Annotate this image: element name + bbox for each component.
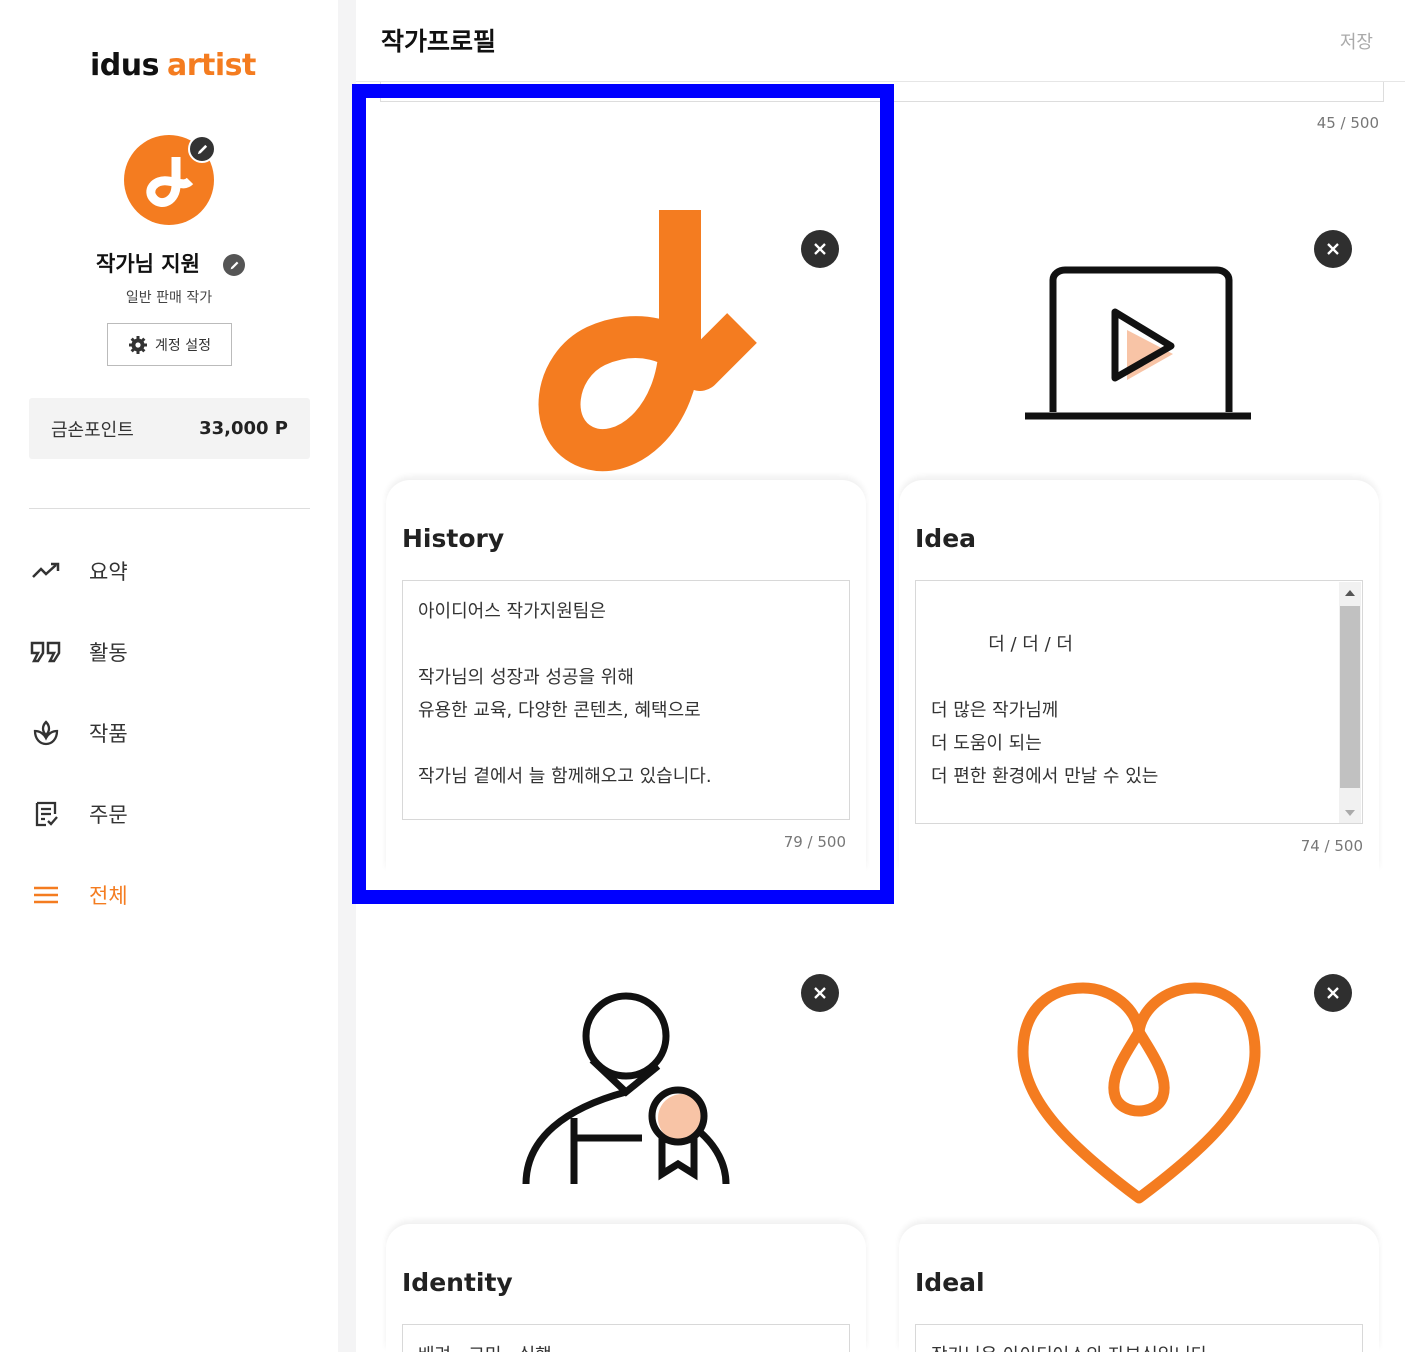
nav-label: 작품 bbox=[89, 722, 128, 746]
profile-name: 작가님 지원 bbox=[96, 252, 200, 276]
page-header: 작가프로필 저장 bbox=[356, 0, 1405, 82]
app-window: idus artist 작가님 지원 일반 판매 작가 계정 설정 금손포인트 … bbox=[0, 0, 1405, 1352]
profile-type: 일반 판매 작가 bbox=[125, 290, 213, 306]
scroll-up-icon bbox=[1345, 590, 1355, 596]
card-panel: Ideal 작가님은 아이디어스의 자부심입니다. bbox=[899, 1224, 1379, 1352]
person-medal-image bbox=[386, 856, 866, 1226]
pencil-icon bbox=[197, 144, 207, 154]
heart-image bbox=[899, 856, 1379, 1226]
card-panel: Identity 배려 · 고민 · 실행 bbox=[386, 1224, 866, 1352]
nav-item-all[interactable]: 전체 bbox=[29, 870, 310, 920]
profile-card-idea: Idea 더 / 더 / 더 더 많은 작가님께 더 도움이 되는 더 편한 환… bbox=[899, 112, 1379, 872]
card-title: Identity bbox=[402, 1268, 513, 1297]
nav-label: 요약 bbox=[89, 560, 128, 584]
scroll-thumb[interactable] bbox=[1340, 606, 1360, 788]
card-char-counter: 74 / 500 bbox=[1300, 837, 1363, 855]
quote-icon bbox=[29, 635, 63, 669]
textarea-scrollbar[interactable] bbox=[1339, 582, 1361, 823]
sidebar-gutter bbox=[338, 0, 356, 1352]
remove-card-button[interactable] bbox=[801, 230, 839, 268]
page-title: 작가프로필 bbox=[381, 27, 497, 56]
card-panel: History 아이디어스 작가지원팀은 작가님의 성장과 성공을 위해 유용한… bbox=[386, 480, 866, 872]
menu-icon bbox=[29, 878, 63, 912]
pencil-icon bbox=[230, 261, 238, 269]
logo-artist: artist bbox=[166, 48, 256, 83]
card-textarea[interactable]: 작가님은 아이디어스의 자부심입니다. bbox=[915, 1324, 1363, 1352]
card-title: Idea bbox=[915, 524, 977, 553]
card-title: Ideal bbox=[915, 1268, 985, 1297]
scroll-down-icon bbox=[1345, 810, 1355, 816]
close-icon bbox=[814, 987, 826, 999]
name-edit-button[interactable] bbox=[223, 254, 245, 276]
points-label: 금손포인트 bbox=[51, 419, 134, 441]
points-value: 33,000 P bbox=[199, 418, 288, 439]
close-icon bbox=[1327, 987, 1339, 999]
profile-card-history: History 아이디어스 작가지원팀은 작가님의 성장과 성공을 위해 유용한… bbox=[386, 112, 866, 872]
save-button[interactable]: 저장 bbox=[1340, 28, 1373, 54]
nav-item-orders[interactable]: 주문 bbox=[29, 789, 310, 839]
idus-logo-image bbox=[386, 112, 866, 482]
card-textarea-content: 더 / 더 / 더 더 많은 작가님께 더 도움이 되는 더 편한 환경에서 만… bbox=[931, 634, 1159, 787]
trend-icon bbox=[29, 554, 63, 588]
logo-idus: idus bbox=[90, 48, 159, 83]
remove-card-button[interactable] bbox=[1314, 974, 1352, 1012]
gear-icon bbox=[129, 335, 147, 354]
leaf-icon bbox=[29, 716, 63, 750]
avatar-edit-button[interactable] bbox=[188, 135, 216, 163]
sidebar-divider bbox=[29, 508, 310, 509]
profile-card-ideal: Ideal 작가님은 아이디어스의 자부심입니다. bbox=[899, 856, 1379, 1352]
sidebar: idus artist 작가님 지원 일반 판매 작가 계정 설정 금손포인트 … bbox=[0, 0, 338, 1352]
card-title: History bbox=[402, 524, 505, 553]
remove-card-button[interactable] bbox=[801, 974, 839, 1012]
card-textarea[interactable]: 더 / 더 / 더 더 많은 작가님께 더 도움이 되는 더 편한 환경에서 만… bbox=[915, 580, 1363, 824]
nav-item-activity[interactable]: 활동 bbox=[29, 627, 310, 677]
profile-card-identity: Identity 배려 · 고민 · 실행 bbox=[386, 856, 866, 1352]
card-textarea[interactable]: 배려 · 고민 · 실행 bbox=[402, 1324, 850, 1352]
nav-label: 주문 bbox=[89, 803, 128, 827]
remove-card-button[interactable] bbox=[1314, 230, 1352, 268]
account-settings-button[interactable]: 계정 설정 bbox=[107, 323, 232, 366]
points-box[interactable]: 금손포인트 33,000 P bbox=[29, 398, 310, 459]
card-char-counter: 79 / 500 bbox=[783, 833, 846, 851]
main-content: 45 / 500 History 아이디어스 작가지원팀은 작가님의 성장과 성… bbox=[356, 0, 1405, 1352]
close-icon bbox=[814, 243, 826, 255]
close-icon bbox=[1327, 243, 1339, 255]
nav-item-works[interactable]: 작품 bbox=[29, 708, 310, 758]
card-panel: Idea 더 / 더 / 더 더 많은 작가님께 더 도움이 되는 더 편한 환… bbox=[899, 480, 1379, 872]
card-textarea[interactable]: 아이디어스 작가지원팀은 작가님의 성장과 성공을 위해 유용한 교육, 다양한… bbox=[402, 580, 850, 820]
brand-logo[interactable]: idus artist bbox=[90, 48, 256, 83]
previous-textarea-edge[interactable] bbox=[380, 82, 1384, 102]
nav-item-summary[interactable]: 요약 bbox=[29, 546, 310, 596]
order-list-icon bbox=[29, 797, 63, 831]
nav-label: 활동 bbox=[89, 641, 128, 665]
nav-label: 전체 bbox=[89, 884, 128, 908]
account-settings-label: 계정 설정 bbox=[155, 337, 211, 354]
laptop-play-image bbox=[899, 112, 1379, 482]
